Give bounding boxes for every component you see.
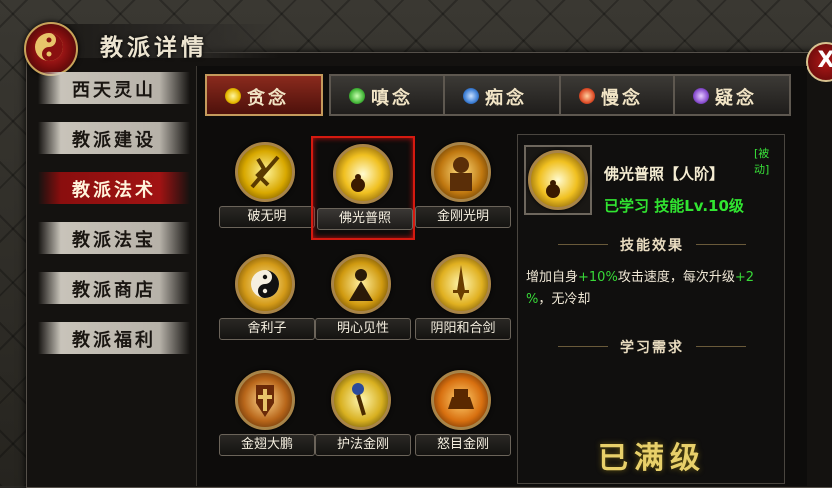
golden-sword-icon bbox=[431, 254, 491, 314]
skill-she-li-zi[interactable]: 舍利子 bbox=[215, 248, 319, 352]
effect-text-part: ，无冷却 bbox=[538, 292, 591, 307]
skill-label: 阴阳和合剑 bbox=[415, 318, 511, 340]
effect-value-highlight: % bbox=[526, 292, 539, 307]
buddha-light-icon bbox=[528, 150, 588, 210]
effect-heading: 技能效果 bbox=[620, 238, 684, 254]
sidebar-item-label: 教派法宝 bbox=[72, 230, 156, 251]
skill-fo-guang-pu-zhao[interactable]: 佛光普照 bbox=[311, 136, 415, 240]
vajra-warrior-icon bbox=[431, 142, 491, 202]
buddha-light-icon bbox=[333, 144, 393, 204]
divider bbox=[558, 244, 608, 245]
tab-anger[interactable]: 嗔念 bbox=[329, 74, 447, 116]
divider bbox=[558, 346, 608, 347]
tab-label: 痴念 bbox=[485, 88, 527, 109]
requirement-heading: 学习需求 bbox=[620, 340, 684, 356]
sidebar-item-label: 教派商店 bbox=[72, 280, 156, 301]
fire-pagoda-icon bbox=[431, 370, 491, 430]
effect-value-highlight: +2 bbox=[734, 270, 754, 285]
sidebar-item-western-spirit-mountain[interactable]: 西天灵山 bbox=[38, 70, 190, 106]
skill-grid: 破无明 佛光普照 金刚光明 舍利子 明心见性 阴阳和合剑 金翅大鹏 护法金刚 怒… bbox=[211, 136, 511, 476]
sword-lightning-icon bbox=[235, 142, 295, 202]
yin-yang-emblem-icon bbox=[24, 22, 78, 76]
skill-label: 明心见性 bbox=[315, 318, 411, 340]
skill-jin-gang-guang-ming[interactable]: 金刚光明 bbox=[411, 136, 515, 240]
sidebar-item-label: 教派福利 bbox=[72, 330, 156, 351]
passive-tag: [被动] bbox=[754, 147, 770, 176]
meditating-monk-icon bbox=[331, 254, 391, 314]
sidebar-item-label: 西天灵山 bbox=[72, 80, 156, 101]
sidebar-item-sect-construction[interactable]: 教派建设 bbox=[38, 120, 190, 156]
window-title: 教派详情 bbox=[100, 34, 208, 61]
tab-label: 疑念 bbox=[715, 88, 757, 109]
effect-section-header: 技能效果 bbox=[518, 235, 786, 255]
title-bar: 教派详情 bbox=[0, 8, 300, 76]
skill-jin-chi-da-peng[interactable]: 金翅大鹏 bbox=[215, 364, 319, 468]
selected-skill-icon-frame bbox=[524, 145, 592, 215]
sidebar-item-sect-treasure[interactable]: 教派法宝 bbox=[38, 220, 190, 256]
divider bbox=[696, 244, 746, 245]
max-level-label: 已满级 bbox=[598, 441, 706, 476]
effect-text-part: 增加自身 bbox=[526, 270, 579, 285]
divider bbox=[696, 346, 746, 347]
doubt-orb-icon bbox=[693, 88, 709, 104]
tab-delusion[interactable]: 痴念 bbox=[443, 74, 561, 116]
skill-label: 佛光普照 bbox=[317, 208, 413, 230]
anger-orb-icon bbox=[349, 88, 365, 104]
tab-label: 慢念 bbox=[601, 88, 643, 109]
tab-doubt[interactable]: 疑念 bbox=[673, 74, 791, 116]
skill-hu-fa-jin-gang[interactable]: 护法金刚 bbox=[311, 364, 415, 468]
guardian-staff-icon bbox=[331, 370, 391, 430]
delusion-orb-icon bbox=[463, 88, 479, 104]
sidebar-item-sect-welfare[interactable]: 教派福利 bbox=[38, 320, 190, 356]
skill-po-wu-ming[interactable]: 破无明 bbox=[215, 136, 319, 240]
yin-yang-icon bbox=[235, 254, 295, 314]
skill-label: 金刚光明 bbox=[415, 206, 511, 228]
sidebar-item-label: 教派法术 bbox=[72, 180, 156, 201]
spell-tabs: 贪念 嗔念 痴念 慢念 疑念 bbox=[203, 74, 803, 120]
tab-greed[interactable]: 贪念 bbox=[205, 74, 323, 116]
spell-panel: 贪念 嗔念 痴念 慢念 疑念 破无明 佛光普照 金刚光明 舍利子 明心见性 阴阳… bbox=[196, 66, 807, 486]
requirement-section-header: 学习需求 bbox=[518, 337, 786, 357]
effect-value-highlight: +10% bbox=[578, 270, 618, 285]
greed-orb-icon bbox=[225, 88, 241, 104]
effect-description: 增加自身+10%攻击速度，每次升级+2 %，无冷却 bbox=[526, 267, 778, 311]
tab-label: 嗔念 bbox=[371, 88, 413, 109]
learn-status: 已学习 技能Lv.10级 bbox=[604, 197, 744, 215]
skill-yin-yang-he-he-jian[interactable]: 阴阳和合剑 bbox=[411, 248, 515, 352]
sidebar-nav: 西天灵山 教派建设 教派法术 教派法宝 教派商店 教派福利 bbox=[38, 70, 196, 370]
skill-label: 怒目金刚 bbox=[415, 434, 511, 456]
golden-wing-shield-icon bbox=[235, 370, 295, 430]
sidebar-item-sect-spells[interactable]: 教派法术 bbox=[38, 170, 190, 206]
pride-orb-icon bbox=[579, 88, 595, 104]
sidebar-item-label: 教派建设 bbox=[72, 130, 156, 151]
skill-label: 金翅大鹏 bbox=[219, 434, 315, 456]
skill-detail-panel: [被动] 佛光普照【人阶】 已学习 技能Lv.10级 技能效果 增加自身+10%… bbox=[517, 134, 785, 484]
skill-label: 破无明 bbox=[219, 206, 315, 228]
tab-pride[interactable]: 慢念 bbox=[559, 74, 677, 116]
skill-ming-xin-jian-xing[interactable]: 明心见性 bbox=[311, 248, 415, 352]
skill-name: 佛光普照【人阶】 bbox=[604, 165, 725, 183]
tab-label: 贪念 bbox=[247, 88, 289, 109]
sidebar-item-sect-shop[interactable]: 教派商店 bbox=[38, 270, 190, 306]
skill-nu-mu-jin-gang[interactable]: 怒目金刚 bbox=[411, 364, 515, 468]
effect-text-part: 攻击速度，每次升级 bbox=[617, 270, 735, 285]
skill-label: 护法金刚 bbox=[315, 434, 411, 456]
skill-label: 舍利子 bbox=[219, 318, 315, 340]
